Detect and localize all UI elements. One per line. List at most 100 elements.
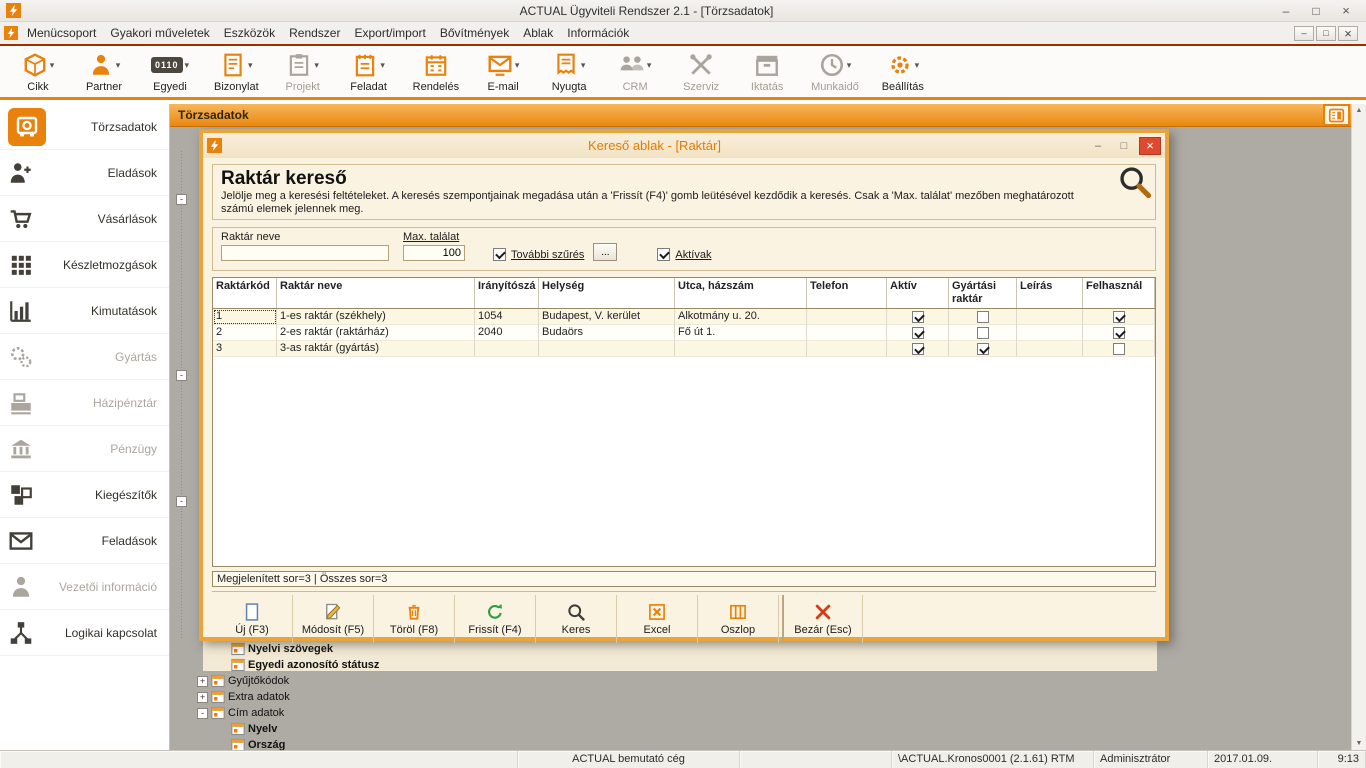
toolbar-button-nyugta[interactable]: Nyugta	[541, 49, 597, 94]
column-header-kod[interactable]: Raktárkód	[213, 278, 277, 308]
more-filter-checkbox[interactable]	[493, 248, 506, 261]
dropdown-arrow-icon[interactable]	[314, 59, 319, 71]
toolbar-button-e-mail[interactable]: E-mail	[475, 49, 531, 94]
toolbar-button-szerviz[interactable]: Szerviz	[673, 49, 729, 94]
menu-item-eszkozok[interactable]: Eszközök	[217, 24, 282, 42]
toolbar-button-munkaido[interactable]: Munkaidő	[805, 49, 865, 94]
toolbar-button-projekt[interactable]: Projekt	[275, 49, 331, 94]
sidebar-item-feladasok[interactable]: Feladások	[0, 518, 169, 564]
sidebar-item-torzsadatok[interactable]: Törzsadatok	[0, 104, 169, 150]
scroll-up-icon[interactable]	[1356, 107, 1363, 114]
menu-item-informaciok[interactable]: Információk	[560, 24, 636, 42]
button-oszlop[interactable]: Oszlop	[698, 595, 779, 643]
sidebar-item-vasarlasok[interactable]: Vásárlások	[0, 196, 169, 242]
more-filter-button[interactable]: ...	[593, 243, 617, 261]
collapse-icon[interactable]: -	[197, 708, 208, 719]
sidebar-item-hazipenztar[interactable]: Házipénztár	[0, 380, 169, 426]
toolbar-button-partner[interactable]: Partner	[76, 49, 132, 94]
toolbar-button-egyedi[interactable]: 0110Egyedi	[142, 49, 198, 94]
tree-item-orszag[interactable]: Ország	[170, 737, 1350, 750]
button-uj-f3[interactable]: Új (F3)	[212, 595, 293, 643]
scroll-down-icon[interactable]	[1356, 740, 1363, 747]
sidebar-item-kimutatasok[interactable]: Kimutatások	[0, 288, 169, 334]
cell-leiras	[1017, 309, 1083, 325]
menu-item-menucsoport[interactable]: Menücsoport	[20, 24, 103, 42]
maximize-button[interactable]	[1302, 2, 1330, 20]
collapse-icon[interactable]	[176, 496, 187, 507]
mdi-minimize-button[interactable]	[1294, 26, 1314, 41]
column-header-helyseg[interactable]: Helység	[539, 278, 675, 308]
menu-item-gyakori-muveletek[interactable]: Gyakori műveletek	[103, 24, 216, 42]
dropdown-arrow-icon[interactable]	[647, 59, 652, 71]
sidebar-item-kiegeszitok[interactable]: Kiegészítők	[0, 472, 169, 518]
collapse-icon[interactable]	[176, 194, 187, 205]
tree-item-gyujtokodok[interactable]: +Gyűjtőkódok	[170, 673, 1350, 689]
dropdown-arrow-icon[interactable]	[50, 59, 55, 71]
column-header-gyartasi[interactable]: Gyártási raktár	[949, 278, 1017, 308]
dropdown-arrow-icon[interactable]	[581, 59, 586, 71]
button-keres[interactable]: Keres	[536, 595, 617, 643]
dropdown-arrow-icon[interactable]	[380, 59, 385, 71]
sidebar-item-gyartas[interactable]: Gyártás	[0, 334, 169, 380]
active-checkbox[interactable]	[657, 248, 670, 261]
column-header-nev[interactable]: Raktár neve	[277, 278, 475, 308]
toolbar-button-crm[interactable]: CRM	[607, 49, 663, 94]
sidebar-item-vezetoi-informacio[interactable]: Vezetői információ	[0, 564, 169, 610]
column-header-telefon[interactable]: Telefon	[807, 278, 887, 308]
dialog-close-button[interactable]	[1139, 137, 1161, 155]
dropdown-arrow-icon[interactable]	[515, 59, 520, 71]
button-modosit-f5[interactable]: Módosít (F5)	[293, 595, 374, 643]
menu-item-export-import[interactable]: Export/import	[347, 24, 432, 42]
close-button[interactable]	[1332, 2, 1360, 20]
mdi-close-button[interactable]	[1338, 26, 1358, 41]
menu-item-ablak[interactable]: Ablak	[516, 24, 560, 42]
dropdown-arrow-icon[interactable]	[915, 59, 920, 71]
column-header-irsz[interactable]: Irányítószá	[475, 278, 539, 308]
column-header-aktiv[interactable]: Aktív	[887, 278, 949, 308]
button-torol-f8[interactable]: Töröl (F8)	[374, 595, 455, 643]
tree-item-cim-adatok[interactable]: -Cím adatok	[170, 705, 1350, 721]
toolbar-button-bizonylat[interactable]: Bizonylat	[208, 49, 265, 94]
tree-item-egyedi-azonosito-statusz[interactable]: Egyedi azonosító státusz	[170, 657, 1350, 673]
toolbar-button-iktatas[interactable]: Iktatás	[739, 49, 795, 94]
task-icon	[352, 52, 378, 78]
table-row[interactable]: 11-es raktár (székhely)1054Budapest, V. …	[213, 309, 1155, 325]
toolbar-button-beallitas[interactable]: Beállítás	[875, 49, 931, 94]
dropdown-arrow-icon[interactable]	[185, 59, 190, 71]
button-bezar-esc[interactable]: Bezár (Esc)	[782, 595, 863, 643]
tree-item-extra-adatok[interactable]: +Extra adatok	[170, 689, 1350, 705]
tree-item-nyelv[interactable]: Nyelv	[170, 721, 1350, 737]
button-excel[interactable]: Excel	[617, 595, 698, 643]
dropdown-arrow-icon[interactable]	[116, 59, 121, 71]
table-row[interactable]: 33-as raktár (gyártás)	[213, 341, 1155, 357]
sidebar-item-keszletmozgasok[interactable]: Készletmozgások	[0, 242, 169, 288]
max-results-input[interactable]	[403, 245, 465, 261]
sidebar-item-eladasok[interactable]: Eladások	[0, 150, 169, 196]
warehouse-name-input[interactable]	[221, 245, 389, 261]
mdi-restore-button[interactable]	[1316, 26, 1336, 41]
column-header-utca[interactable]: Utca, házszám	[675, 278, 807, 308]
column-header-felhasznal[interactable]: Felhasznál	[1083, 278, 1155, 308]
dialog-maximize-button[interactable]	[1113, 137, 1135, 155]
dialog-minimize-button[interactable]	[1087, 137, 1109, 155]
tree-item-nyelvi-szovegek[interactable]: Nyelvi szövegek	[170, 641, 1350, 657]
button-frissit-f4[interactable]: Frissít (F4)	[455, 595, 536, 643]
table-row[interactable]: 22-es raktár (raktárház)2040BudaörsFő út…	[213, 325, 1155, 341]
dropdown-arrow-icon[interactable]	[847, 59, 852, 71]
minimize-button[interactable]	[1272, 2, 1300, 20]
menu-item-rendszer[interactable]: Rendszer	[282, 24, 347, 42]
column-header-leiras[interactable]: Leírás	[1017, 278, 1083, 308]
expand-icon[interactable]: +	[197, 692, 208, 703]
toolbar-button-rendeles[interactable]: Rendelés	[407, 49, 465, 94]
dialog-titlebar[interactable]: Kereső ablak - [Raktár]	[203, 133, 1165, 158]
dropdown-arrow-icon[interactable]	[248, 59, 253, 71]
expand-icon[interactable]: +	[197, 676, 208, 687]
scrollbar[interactable]	[1351, 104, 1366, 750]
toolbar-button-cikk[interactable]: Cikk	[10, 49, 66, 94]
sidebar-item-penzugy[interactable]: Pénzügy	[0, 426, 169, 472]
toolbar-button-feladat[interactable]: Feladat	[341, 49, 397, 94]
collapse-icon[interactable]	[176, 370, 187, 381]
menu-item-bovitmenyek[interactable]: Bővítmények	[433, 24, 516, 42]
panel-toggle-button[interactable]	[1323, 104, 1350, 126]
sidebar-item-logikai-kapcsolat[interactable]: Logikai kapcsolat	[0, 610, 169, 656]
